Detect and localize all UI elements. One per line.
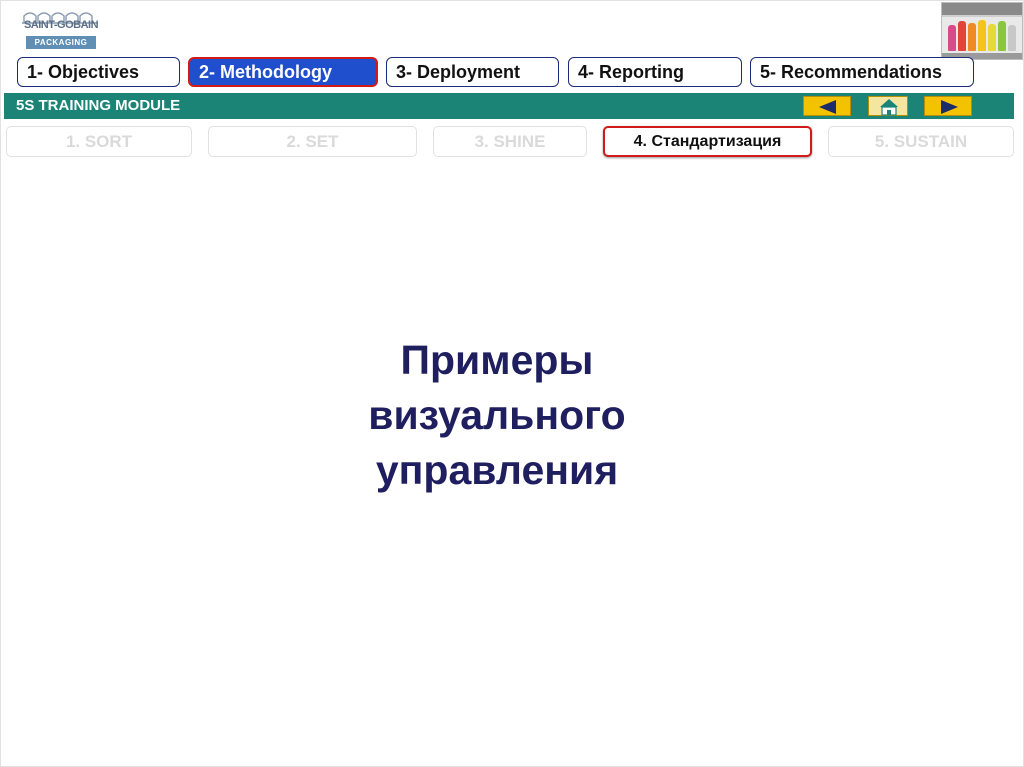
logo-name: SAINT-GOBAIN [23,19,99,31]
logo-subtitle: PACKAGING [26,36,96,49]
bottle-icon [968,23,976,51]
thumbnail-header [942,3,1022,15]
step-label: 4. Стандартизация [633,133,782,150]
module-title: 5S TRAINING MODULE [16,97,181,114]
previous-button[interactable] [803,96,851,116]
tab-methodology[interactable]: 2- Methodology [188,57,378,87]
next-button[interactable] [924,96,972,116]
bottle-icon [958,21,966,51]
saint-gobain-logo: SAINT-GOBAIN PACKAGING [14,10,108,50]
step-label: 1. SORT [65,132,133,151]
tab-label: 2- Methodology [199,62,332,82]
module-bar: 5S TRAINING MODULE [4,93,1014,119]
tab-label: 4- Reporting [578,62,684,82]
bottles-thumbnail [941,2,1023,60]
bottle-icon [978,20,986,51]
slide-heading: Примеры визуального управления [368,337,626,493]
step-label: 5. SUSTAIN [874,132,968,151]
home-button[interactable] [868,96,908,116]
tab-label: 5- Recommendations [760,62,943,82]
step-sort[interactable]: 1. SORT [6,126,192,157]
triangle-left-icon [819,100,836,114]
tab-objectives[interactable]: 1- Objectives [17,57,180,87]
step-shine[interactable]: 3. SHINE [433,126,587,157]
step-label: 3. SHINE [474,132,546,151]
tab-label: 3- Deployment [396,62,521,82]
bottle-icon [1008,25,1016,51]
step-set[interactable]: 2. SET [208,126,417,157]
step-standardize[interactable]: 4. Стандартизация [603,126,812,157]
step-label: 2. SET [286,132,339,151]
tab-reporting[interactable]: 4- Reporting [568,57,742,87]
bottle-icon [988,24,996,51]
home-icon [880,99,898,116]
triangle-right-icon [941,100,958,114]
step-sustain[interactable]: 5. SUSTAIN [828,126,1014,157]
bottle-icon [948,25,956,51]
tab-deployment[interactable]: 3- Deployment [386,57,559,87]
tab-recommendations[interactable]: 5- Recommendations [750,57,974,87]
bottle-icon [998,21,1006,51]
tab-label: 1- Objectives [27,62,140,82]
